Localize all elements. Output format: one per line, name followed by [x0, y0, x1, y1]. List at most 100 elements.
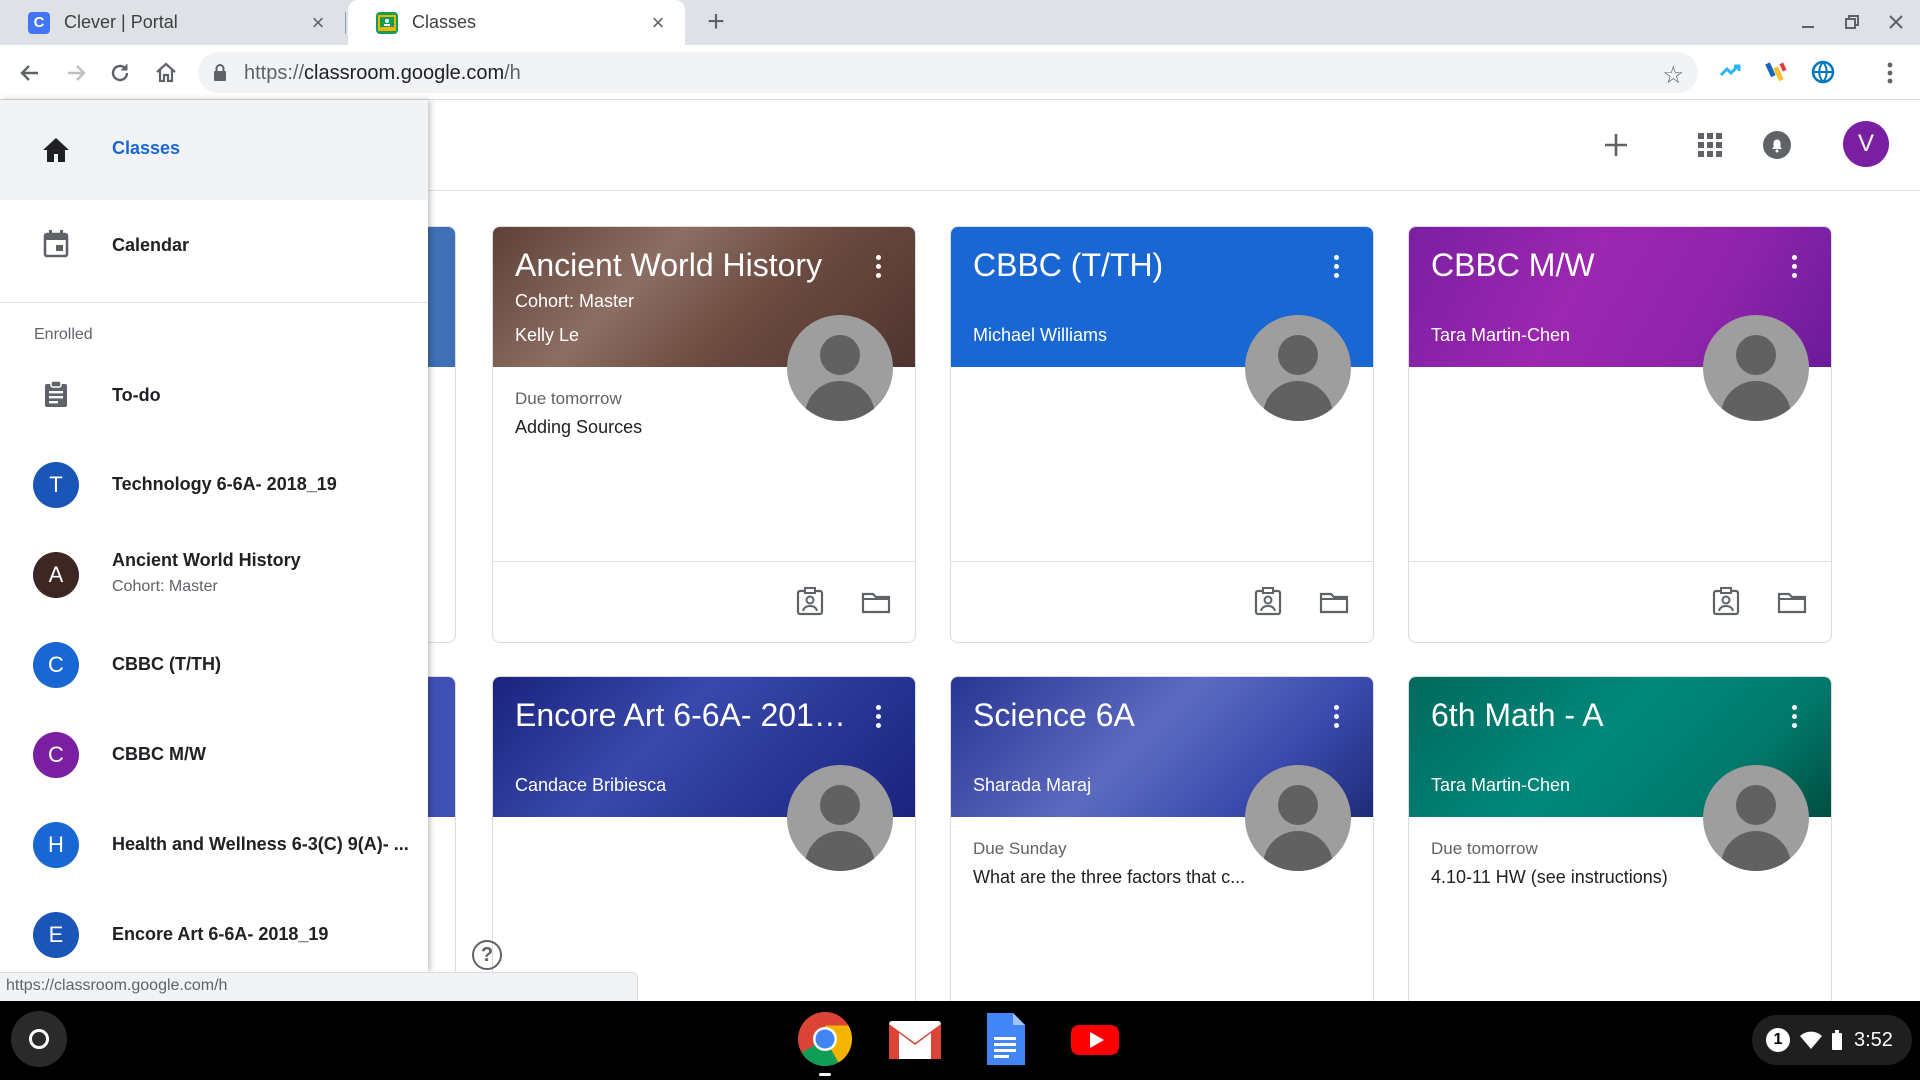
forward-icon[interactable] [60, 57, 92, 89]
tab-classes[interactable]: Classes × [348, 0, 685, 45]
card-title[interactable]: CBBC M/W [1431, 247, 1595, 284]
restore-icon[interactable] [1838, 8, 1866, 36]
browser-menu-icon[interactable] [1874, 57, 1906, 89]
google-apps-icon[interactable] [1687, 122, 1733, 168]
url-scheme: https:// [244, 62, 305, 84]
tab-close-icon[interactable]: × [307, 10, 329, 35]
class-avatar: E [33, 912, 79, 958]
screen: C Clever | Portal × Classes × + https://… [0, 0, 1920, 1080]
system-tray[interactable]: 1 3:52 [1752, 1015, 1912, 1065]
youtube-app-icon[interactable] [1067, 1011, 1123, 1067]
class-card-ancient-world-history[interactable]: Ancient World History Cohort: Master Kel… [492, 226, 916, 643]
reload-icon[interactable] [104, 57, 136, 89]
card-more-options-icon[interactable] [1791, 705, 1797, 729]
minimize-icon[interactable] [1794, 8, 1822, 36]
card-more-options-icon[interactable] [1333, 705, 1339, 729]
chromeos-shelf: 1 3:52 [0, 1001, 1920, 1080]
clever-favicon-icon: C [28, 11, 50, 34]
google-docs-app-icon[interactable] [977, 1011, 1033, 1067]
address-bar[interactable]: https://classroom.google.com/h ☆ [198, 52, 1698, 93]
drawer-item-label: Calendar [112, 235, 190, 255]
card-title[interactable]: 6th Math - A [1431, 697, 1604, 734]
tab-title: Classes [412, 12, 477, 32]
help-icon[interactable]: ? [472, 940, 502, 970]
card-more-options-icon[interactable] [875, 705, 881, 729]
drawer-class-encore-art[interactable]: E Encore Art 6-6A- 2018_19 [0, 890, 428, 972]
drawer-item-classes[interactable]: Classes [0, 100, 428, 200]
card-teacher[interactable]: Kelly Le [515, 325, 579, 346]
class-card-cbbc-tth[interactable]: CBBC (T/TH) Michael Williams [950, 226, 1374, 643]
due-assignment-link[interactable]: 4.10-11 HW (see instructions) [1431, 867, 1668, 888]
notifications-bell-icon[interactable] [1754, 122, 1800, 168]
extension-arrows-icon[interactable] [1718, 59, 1744, 85]
drawer-item-calendar[interactable]: Calendar [0, 200, 428, 290]
close-window-icon[interactable] [1882, 8, 1910, 36]
url-text: https://classroom.google.com/h [244, 62, 521, 85]
create-join-class-icon[interactable] [1593, 122, 1639, 168]
teacher-photo-avatar [787, 765, 893, 871]
drawer-item-label: Classes [112, 138, 181, 158]
teacher-photo-avatar [787, 315, 893, 421]
drawer-class-cbbc-tth[interactable]: C CBBC (T/TH) [0, 620, 428, 710]
class-avatar: C [33, 732, 79, 778]
extension-pen-icon[interactable] [1764, 59, 1790, 85]
clock-time: 3:52 [1854, 1028, 1893, 1051]
notification-count-badge[interactable]: 1 [1766, 1028, 1790, 1052]
launcher-icon[interactable] [11, 1011, 67, 1067]
card-teacher[interactable]: Tara Martin-Chen [1431, 325, 1570, 346]
tab-clever-portal[interactable]: C Clever | Portal × [0, 0, 345, 45]
due-assignment-link[interactable]: Adding Sources [515, 417, 642, 438]
gmail-app-icon[interactable] [887, 1011, 943, 1067]
assignment-clipboard-icon [36, 374, 76, 414]
card-more-options-icon[interactable] [875, 255, 881, 279]
class-card-cbbc-mw[interactable]: CBBC M/W Tara Martin-Chen [1408, 226, 1832, 643]
card-teacher[interactable]: Candace Bribiesca [515, 775, 666, 796]
extension-globe-icon[interactable] [1810, 59, 1836, 85]
card-teacher[interactable]: Michael Williams [973, 325, 1107, 346]
due-assignment-link[interactable]: What are the three factors that c... [973, 867, 1245, 888]
drawer-item-todo[interactable]: To-do [0, 350, 428, 440]
lock-icon [212, 63, 228, 88]
work-portfolio-icon[interactable] [1253, 587, 1283, 617]
drawer-class-health-and-wellness[interactable]: H Health and Wellness 6-3(C) 9(A)- ... [0, 800, 428, 890]
home-button-icon[interactable] [150, 57, 182, 89]
work-portfolio-icon[interactable] [1711, 587, 1741, 617]
drawer-class-technology[interactable]: T Technology 6-6A- 2018_19 [0, 440, 428, 530]
card-title[interactable]: Science 6A [973, 697, 1135, 734]
card-teacher[interactable]: Sharada Maraj [973, 775, 1091, 796]
chrome-app-icon[interactable] [797, 1011, 853, 1076]
drawer-item-label: To-do [112, 385, 161, 405]
class-drive-folder-icon[interactable] [1319, 587, 1349, 617]
tab-separator [345, 12, 346, 34]
card-title[interactable]: CBBC (T/TH) [973, 247, 1163, 284]
drawer-class-cbbc-mw[interactable]: C CBBC M/W [0, 710, 428, 800]
drawer-class-name: Technology 6-6A- 2018_19 [112, 474, 337, 494]
class-drive-folder-icon[interactable] [1777, 587, 1807, 617]
due-label: Due Sunday [973, 839, 1067, 858]
home-icon [36, 130, 76, 170]
card-title[interactable]: Encore Art 6-6A- 2018... [515, 697, 855, 734]
class-avatar: A [33, 552, 79, 598]
card-more-options-icon[interactable] [1791, 255, 1797, 279]
drawer-class-ancient-world-history[interactable]: A Ancient World History Cohort: Master [0, 530, 428, 620]
new-tab-icon[interactable]: + [700, 5, 732, 38]
card-title[interactable]: Ancient World History [515, 247, 822, 284]
account-avatar[interactable]: V [1843, 121, 1889, 167]
teacher-photo-avatar [1245, 765, 1351, 871]
back-icon[interactable] [14, 57, 46, 89]
teacher-photo-avatar [1703, 315, 1809, 421]
running-indicator [819, 1073, 831, 1076]
tab-close-icon[interactable]: × [647, 10, 669, 35]
card-teacher[interactable]: Tara Martin-Chen [1431, 775, 1570, 796]
work-portfolio-icon[interactable] [795, 587, 825, 617]
class-avatar: H [33, 822, 79, 868]
card-section: Cohort: Master [515, 291, 635, 311]
class-drive-folder-icon[interactable] [861, 587, 891, 617]
bookmark-star-icon[interactable]: ☆ [1662, 61, 1684, 90]
card-footer-divider [1409, 561, 1831, 562]
drawer-divider [0, 302, 428, 303]
drawer-class-name: Health and Wellness 6-3(C) 9(A)- ... [112, 834, 409, 854]
card-footer-divider [951, 561, 1373, 562]
battery-icon [1832, 1030, 1842, 1050]
card-more-options-icon[interactable] [1333, 255, 1339, 279]
